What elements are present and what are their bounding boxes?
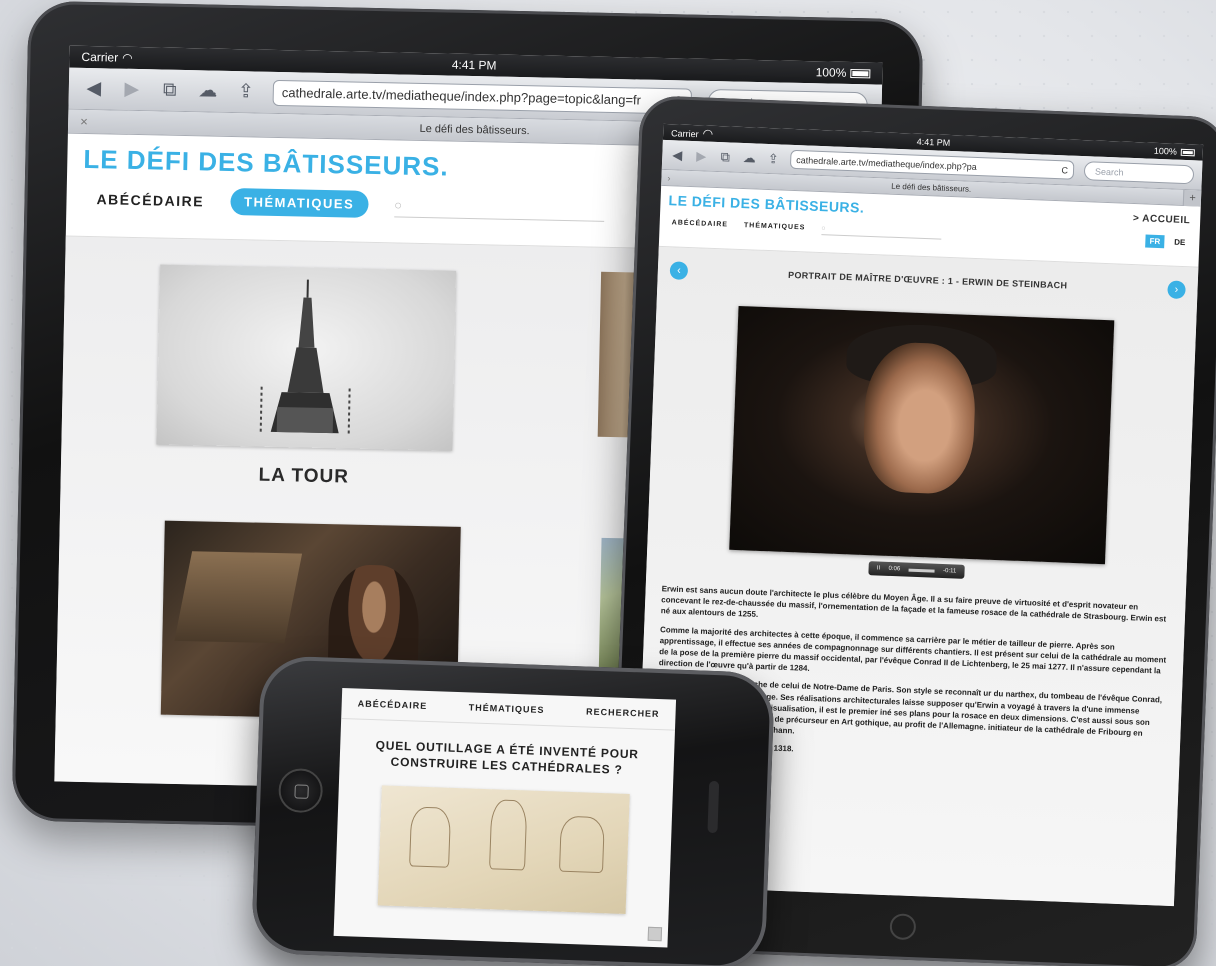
- bookmarks-icon[interactable]: ⧉: [159, 79, 181, 101]
- sketch-tool-icon: [558, 815, 605, 874]
- portrait-face-image: [861, 340, 978, 496]
- battery-icon: [1180, 148, 1195, 156]
- search-icon: ○: [394, 196, 403, 213]
- site-search-input[interactable]: ○: [393, 192, 605, 222]
- tower-drawing-icon: [259, 279, 351, 434]
- nav-thematiques[interactable]: THÉMATIQUES: [469, 702, 545, 715]
- language-switch: FR DE: [1145, 234, 1190, 250]
- url-text: cathedrale.arte.tv/mediatheque/index.php…: [281, 85, 642, 108]
- lang-de-button[interactable]: DE: [1170, 235, 1190, 249]
- back-arrow-icon[interactable]: ◀: [670, 147, 685, 164]
- phone-speaker: [707, 780, 720, 834]
- address-bar[interactable]: cathedrale.arte.tv/mediatheque/index.php…: [789, 149, 1075, 180]
- cloud-icon[interactable]: ☁: [742, 149, 757, 166]
- quiz-question: QUEL OUTILLAGE A ÉTÉ INVENTÉ POUR CONSTR…: [375, 738, 640, 777]
- next-arrow-icon[interactable]: ›: [1167, 280, 1186, 300]
- portrait-header: ‹ PORTRAIT DE MAÎTRE D'ŒUVRE : 1 - ERWIN…: [658, 247, 1199, 300]
- sketch-tool-icon: [489, 799, 528, 871]
- sketch-tool-icon: [409, 806, 452, 868]
- nav-thematiques[interactable]: THÉMATIQUES: [744, 222, 806, 231]
- elapsed-time: 0:06: [888, 565, 901, 573]
- status-time: 4:41 PM: [451, 57, 497, 73]
- carrier-label: Carrier ◠: [81, 49, 133, 65]
- phone-device: ABÉCÉDAIRE THÉMATIQUES RECHERCHER QUEL O…: [250, 655, 776, 966]
- nav-abecedaire[interactable]: ABÉCÉDAIRE: [96, 191, 204, 209]
- battery-indicator: 100%: [816, 65, 871, 80]
- site-search-input[interactable]: ○: [821, 222, 942, 240]
- url-text: cathedrale.arte.tv/mediatheque/index.php…: [796, 154, 977, 172]
- phone-screen: ABÉCÉDAIRE THÉMATIQUES RECHERCHER QUEL O…: [333, 687, 677, 948]
- share-icon[interactable]: ⇪: [235, 80, 257, 103]
- battery-icon: [850, 68, 871, 78]
- remaining-time: -0:11: [942, 567, 957, 575]
- status-time: 4:41 PM: [916, 136, 951, 148]
- drafting-board-image: [174, 551, 303, 644]
- previous-arrow-icon[interactable]: ‹: [669, 261, 689, 280]
- tablet-home-button[interactable]: [889, 913, 917, 941]
- zoom-icon[interactable]: [647, 926, 663, 942]
- add-tab-button[interactable]: +: [1182, 189, 1202, 207]
- video-player[interactable]: [729, 305, 1115, 565]
- wifi-icon: ◠: [702, 126, 714, 141]
- bookmarks-icon[interactable]: ⧉: [718, 149, 733, 166]
- phone-home-button[interactable]: [277, 767, 324, 814]
- battery-indicator: 100%: [1154, 146, 1195, 158]
- back-arrow-icon[interactable]: ◀: [83, 77, 105, 100]
- portrait-title: PORTRAIT DE MAÎTRE D'ŒUVRE : 1 - ERWIN D…: [787, 269, 1068, 291]
- carrier-label: Carrier ◠: [670, 126, 714, 141]
- lang-fr-button[interactable]: FR: [1145, 234, 1165, 249]
- nav-abecedaire[interactable]: ABÉCÉDAIRE: [672, 219, 729, 228]
- nav-abecedaire[interactable]: ABÉCÉDAIRE: [358, 699, 428, 711]
- topic-thumbnail-tower: [156, 264, 457, 451]
- cloud-icon[interactable]: ☁: [197, 79, 219, 102]
- close-tab-icon[interactable]: ×: [80, 114, 88, 129]
- home-link[interactable]: > ACCUEIL: [1133, 213, 1191, 226]
- wifi-icon: ◠: [122, 50, 133, 65]
- topic-card-tour[interactable]: LA TOUR: [156, 264, 457, 491]
- progress-slider[interactable]: [908, 568, 935, 573]
- address-bar[interactable]: cathedrale.arte.tv/mediatheque/index.php…: [272, 79, 692, 115]
- forward-arrow-icon[interactable]: ▶: [121, 78, 143, 101]
- tab-indicator-icon: ›: [667, 172, 671, 183]
- forward-arrow-icon[interactable]: ▶: [694, 148, 709, 165]
- topic-label: LA TOUR: [258, 464, 350, 488]
- search-input[interactable]: Search: [1083, 161, 1195, 185]
- nav-thematiques[interactable]: THÉMATIQUES: [229, 187, 369, 218]
- pause-icon[interactable]: II: [877, 565, 881, 571]
- share-icon[interactable]: ⇪: [766, 150, 781, 167]
- search-icon: ○: [821, 224, 826, 232]
- nav-rechercher[interactable]: RECHERCHER: [586, 706, 660, 719]
- medieval-drawing-image: [377, 785, 630, 915]
- reload-icon[interactable]: C: [1061, 165, 1068, 175]
